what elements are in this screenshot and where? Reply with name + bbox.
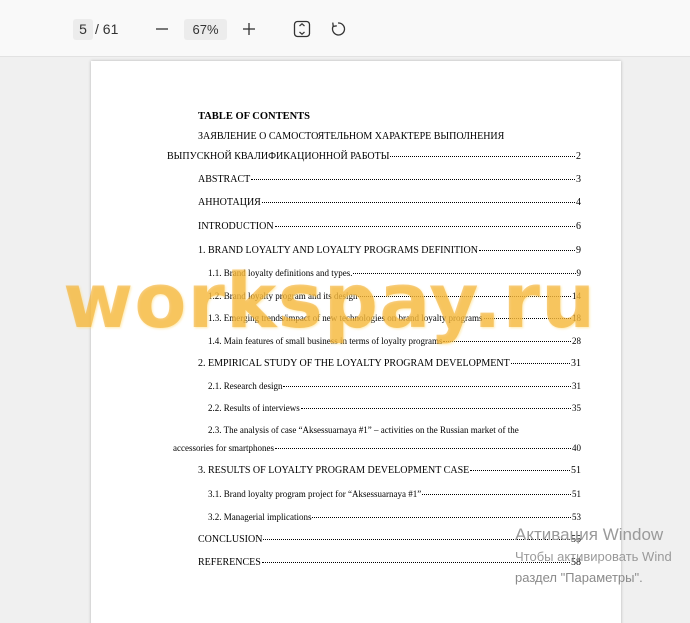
toc-entry[interactable]: 1. BRAND LOYALTY AND LOYALTY PROGRAMS DE…: [198, 245, 581, 256]
toc-entry[interactable]: АННОТАЦИЯ 4: [198, 197, 581, 208]
toc-entry[interactable]: ВЫПУСКНОЙ КВАЛИФИКАЦИОННОЙ РАБОТЫ 2: [167, 151, 581, 162]
toc-entry[interactable]: 3. RESULTS OF LOYALTY PROGRAM DEVELOPMEN…: [198, 465, 581, 476]
zoom-in-button[interactable]: [237, 17, 261, 41]
pdf-toolbar: 5 / 61 67%: [0, 0, 690, 57]
zoom-out-button[interactable]: [150, 17, 174, 41]
toc-entry[interactable]: INTRODUCTION 6: [198, 221, 581, 232]
declaration-line: ЗАЯВЛЕНИЕ О САМОСТОЯТЕЛЬНОМ ХАРАКТЕРЕ ВЫ…: [198, 131, 505, 142]
toc-entry[interactable]: ABSTRACT 3: [198, 174, 581, 185]
toc-entry[interactable]: accessories for smartphones 40: [173, 443, 581, 453]
toc-case-line: 2.3. The analysis of case “Aksessuarnaya…: [208, 425, 519, 435]
activation-line: Чтобы активировать Wind: [515, 549, 672, 564]
toc-entry[interactable]: 2.2. Results of interviews 35: [208, 403, 581, 413]
toc-entry[interactable]: 2. EMPIRICAL STUDY OF THE LOYALTY PROGRA…: [198, 358, 581, 369]
plus-icon: [243, 23, 255, 35]
toc-title: TABLE OF CONTENTS: [198, 111, 311, 122]
activation-line: раздел "Параметры".: [515, 570, 643, 585]
fit-page-button[interactable]: [290, 17, 314, 41]
total-pages: / 61: [95, 21, 119, 37]
rotate-button[interactable]: [326, 17, 350, 41]
toc-entry[interactable]: 3.1. Brand loyalty program project for “…: [208, 489, 581, 499]
zoom-level[interactable]: 67%: [184, 19, 227, 40]
watermark-text: workspay.ru: [63, 256, 597, 345]
toc-entry[interactable]: 3.2. Managerial implications 53: [208, 512, 581, 522]
rotate-icon: [331, 22, 346, 36]
current-page-input[interactable]: 5: [73, 19, 93, 40]
toc-entry[interactable]: 2.1. Research design 31: [208, 381, 581, 391]
fit-page-icon: [293, 20, 311, 38]
activation-title: Активация Window: [515, 525, 664, 544]
minus-icon: [156, 28, 168, 30]
